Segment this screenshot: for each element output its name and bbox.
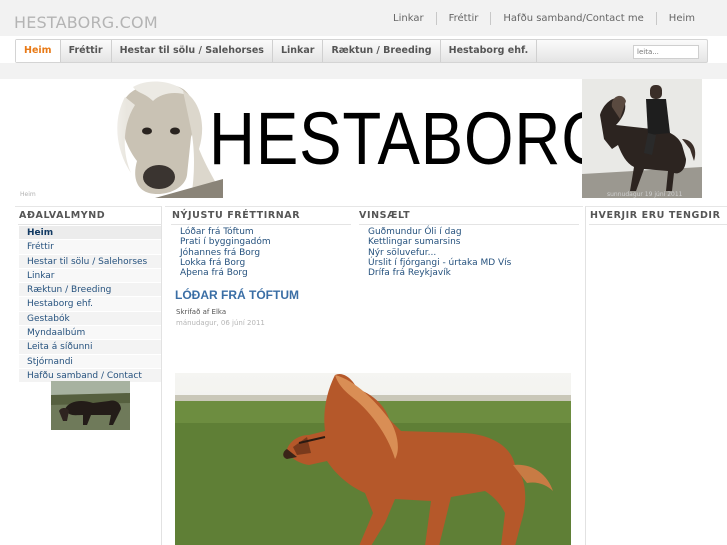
pony-photo-left <box>95 79 223 198</box>
menu-item-breeding[interactable]: Ræktun / Breeding <box>19 283 161 298</box>
main-menu: Heim Fréttir Hestar til sölu / Salehorse… <box>19 226 161 384</box>
news-link[interactable]: Lokka frá Borg <box>180 258 271 268</box>
nav-tab-breeding[interactable]: Ræktun / Breeding <box>323 40 441 62</box>
top-link-contact[interactable]: Hafðu samband/Contact me <box>491 13 655 24</box>
menu-item-hestaborg[interactable]: Hestaborg ehf. <box>19 297 161 312</box>
main-nav: Heim Fréttir Hestar til sölu / Salehorse… <box>15 39 708 63</box>
nav-tab-salehorses[interactable]: Hestar til sölu / Salehorses <box>112 40 273 62</box>
site-logo[interactable]: HESTABORG.COM <box>14 13 158 32</box>
menu-item-gestabok[interactable]: Gestabók <box>19 311 161 327</box>
popular-list: Guðmundur Óli í dag Kettlingar sumarsins… <box>368 227 511 278</box>
news-link[interactable]: Lóðar frá Tóftum <box>180 227 271 237</box>
popular-link[interactable]: Úrslit í fjórgangi - úrtaka MD Vís <box>368 258 511 268</box>
header-gap <box>0 63 727 79</box>
who-is-online-heading: HVERJIR ERU TENGDIR <box>590 210 721 221</box>
news-link[interactable]: Jóhannes frá Borg <box>180 248 271 258</box>
heading-underline <box>589 224 727 225</box>
menu-item-frettir[interactable]: Fréttir <box>19 240 161 255</box>
nav-tab-linkar[interactable]: Linkar <box>273 40 324 62</box>
news-link[interactable]: Prati í byggingadóm <box>180 237 271 247</box>
main-menu-heading: AÐALVALMYND <box>19 210 106 221</box>
popular-link[interactable]: Drífa frá Reykjavík <box>368 268 511 278</box>
latest-news-list: Lóðar frá Tóftum Prati í byggingadóm Jóh… <box>180 227 271 278</box>
article-date: mánudagur, 06 júní 2011 <box>176 319 265 327</box>
menu-item-search[interactable]: Leita á síðunni <box>19 340 161 355</box>
nav-tabs: Heim Fréttir Hestar til sölu / Salehorse… <box>16 40 538 62</box>
right-sidebar: HVERJIR ERU TENGDIR <box>585 206 727 545</box>
top-link-heim[interactable]: Heim <box>657 13 707 24</box>
rider-photo-right <box>582 79 702 198</box>
menu-item-salehorses[interactable]: Hestar til sölu / Salehorses <box>19 254 161 269</box>
news-link[interactable]: Aþena frá Borg <box>180 268 271 278</box>
heading-underline <box>359 224 579 225</box>
menu-item-myndaalbum[interactable]: Myndaalbúm <box>19 326 161 341</box>
nav-tab-heim[interactable]: Heim <box>16 40 61 62</box>
menu-item-heim[interactable]: Heim <box>19 226 161 241</box>
popular-link[interactable]: Nýr söluvefur... <box>368 248 511 258</box>
article-author: Skrifað af Elka <box>176 308 227 316</box>
popular-link[interactable]: Kettlingar sumarsins <box>368 237 511 247</box>
latest-news-heading: NÝJUSTU FRÉTTIRNAR <box>172 210 301 221</box>
sidebar-horse-thumbnail[interactable] <box>51 381 130 430</box>
heading-underline <box>18 224 162 225</box>
top-bar: HESTABORG.COM Linkar Fréttir Hafðu samba… <box>0 0 727 36</box>
nav-tab-hestaborg[interactable]: Hestaborg ehf. <box>441 40 538 62</box>
left-sidebar: AÐALVALMYND Heim Fréttir Hestar til sölu… <box>15 206 162 545</box>
search-input[interactable] <box>633 45 699 59</box>
menu-item-admin[interactable]: Stjórnandi <box>19 354 161 369</box>
popular-link[interactable]: Guðmundur Óli í dag <box>368 227 511 237</box>
heading-underline <box>171 224 351 225</box>
banner-caption-left: Heim <box>20 191 36 198</box>
banner-date: sunnudagur 19 júní 2011 <box>607 191 683 198</box>
top-link-linkar[interactable]: Linkar <box>381 13 436 24</box>
page: HESTABORG.COM Linkar Fréttir Hafðu samba… <box>0 0 727 545</box>
nav-tab-frettir[interactable]: Fréttir <box>61 40 112 62</box>
banner-title: HESTABORG <box>209 97 612 180</box>
main-content: NÝJUSTU FRÉTTIRNAR VINSÆLT Lóðar frá Tóf… <box>165 206 583 545</box>
banner: HESTABORG Heim sunnudagur 19 júní 2011 <box>17 79 709 198</box>
menu-item-linkar[interactable]: Linkar <box>19 268 161 284</box>
article-title[interactable]: LÓÐAR FRÁ TÓFTUM <box>175 288 299 302</box>
article-photo <box>175 373 571 545</box>
popular-heading: VINSÆLT <box>359 210 411 221</box>
top-links: Linkar Fréttir Hafðu samband/Contact me … <box>381 12 707 25</box>
top-link-frettir[interactable]: Fréttir <box>437 13 491 24</box>
